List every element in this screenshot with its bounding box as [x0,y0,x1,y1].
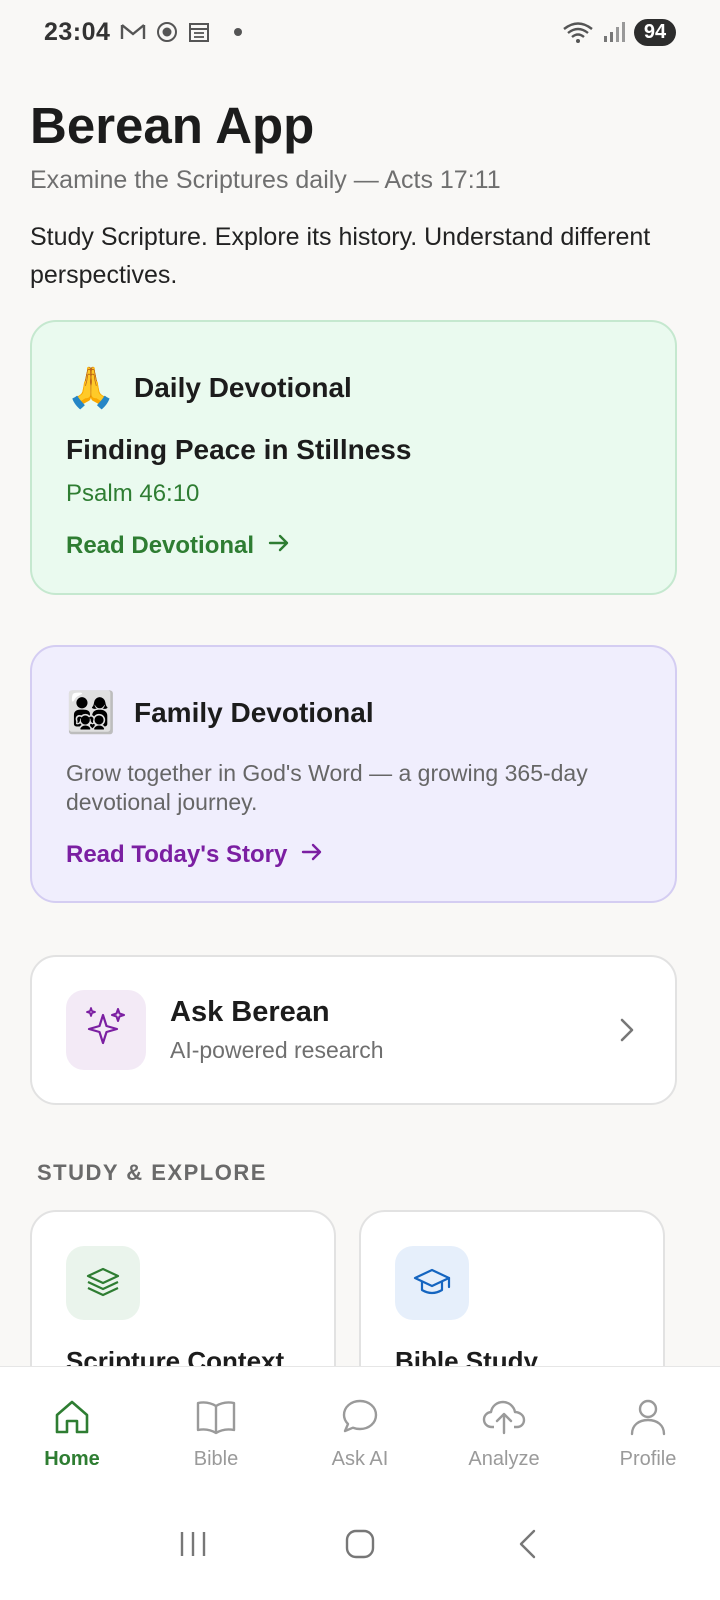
ask-berean-subtitle: AI-powered research [170,1037,384,1063]
status-bar: 23:04 94 [0,0,720,64]
page-title: Berean App [30,97,315,154]
system-nav-bar [0,1488,720,1600]
status-right: 94 [562,18,676,46]
wifi-icon [562,20,594,44]
back-icon[interactable] [487,1514,567,1574]
layers-icon [66,1246,140,1320]
cloud-upload-icon [482,1397,526,1442]
signal-icon [602,21,626,43]
read-todays-story-label: Read Today's Story [66,841,288,868]
read-devotional-label: Read Devotional [66,532,255,559]
chat-icon [340,1397,380,1442]
nav-label-profile: Profile [619,1448,677,1470]
family-devotional-header: 👨‍👩‍👧‍👦 Family Devotional [66,691,374,735]
nav-label-bible: Bible [193,1448,239,1470]
notification-dot [234,28,243,36]
bottom-nav: Home Bible Ask AI Analyze Profile [0,1366,720,1488]
section-label-study-explore: STUDY & EXPLORE [37,1160,267,1185]
family-icon: 👨‍👩‍👧‍👦 [66,691,116,735]
record-icon [156,21,178,43]
nav-label-analyze: Analyze [468,1448,540,1470]
nav-label-ask-ai: Ask AI [331,1448,389,1470]
battery-indicator: 94 [634,18,676,46]
daily-devotional-header: 🙏 Daily Devotional [66,366,352,410]
daily-devotional-heading: Daily Devotional [134,372,352,403]
home-button-icon[interactable] [320,1514,400,1574]
family-devotional-card[interactable]: 👨‍👩‍👧‍👦 Family Devotional Grow together … [30,645,677,903]
nav-profile[interactable]: Profile [588,1397,708,1471]
nav-bible[interactable]: Bible [156,1397,276,1471]
family-devotional-heading: Family Devotional [134,697,374,728]
book-icon [195,1397,237,1442]
arrow-right-icon [268,532,290,560]
calendar-icon [188,21,210,43]
arrow-right-icon [301,841,323,869]
tagline: Examine the Scriptures daily — Acts 17:1… [30,166,501,194]
gmail-icon [120,22,146,42]
status-left: 23:04 [44,17,243,47]
status-time: 23:04 [44,17,111,46]
daily-devotional-card[interactable]: 🙏 Daily Devotional Finding Peace in Stil… [30,320,677,595]
home-icon [52,1397,92,1442]
nav-ask-ai[interactable]: Ask AI [300,1397,420,1471]
nav-label-home: Home [44,1448,100,1470]
user-icon [628,1397,668,1442]
nav-analyze[interactable]: Analyze [444,1397,564,1471]
recent-apps-icon[interactable] [153,1514,233,1574]
read-devotional-link[interactable]: Read Devotional [66,532,290,560]
devotional-title: Finding Peace in Stillness [66,434,412,465]
read-todays-story-link[interactable]: Read Today's Story [66,841,323,869]
chevron-right-icon [619,1017,635,1043]
ask-berean-card[interactable]: Ask Berean AI-powered research [30,955,677,1105]
intro-text: Study Scripture. Explore its history. Un… [30,223,651,289]
nav-home[interactable]: Home [12,1397,132,1471]
ask-berean-icon-box [66,990,146,1070]
praying-hands-icon: 🙏 [66,366,116,410]
ask-berean-text: Ask Berean AI-powered research [170,996,619,1064]
devotional-reference: Psalm 46:10 [66,480,200,507]
sparkles-icon [83,1005,129,1056]
graduation-cap-icon [395,1246,469,1320]
family-devotional-description: Grow together in God's Word — a growing … [66,760,588,815]
ask-berean-title: Ask Berean [170,996,330,1028]
